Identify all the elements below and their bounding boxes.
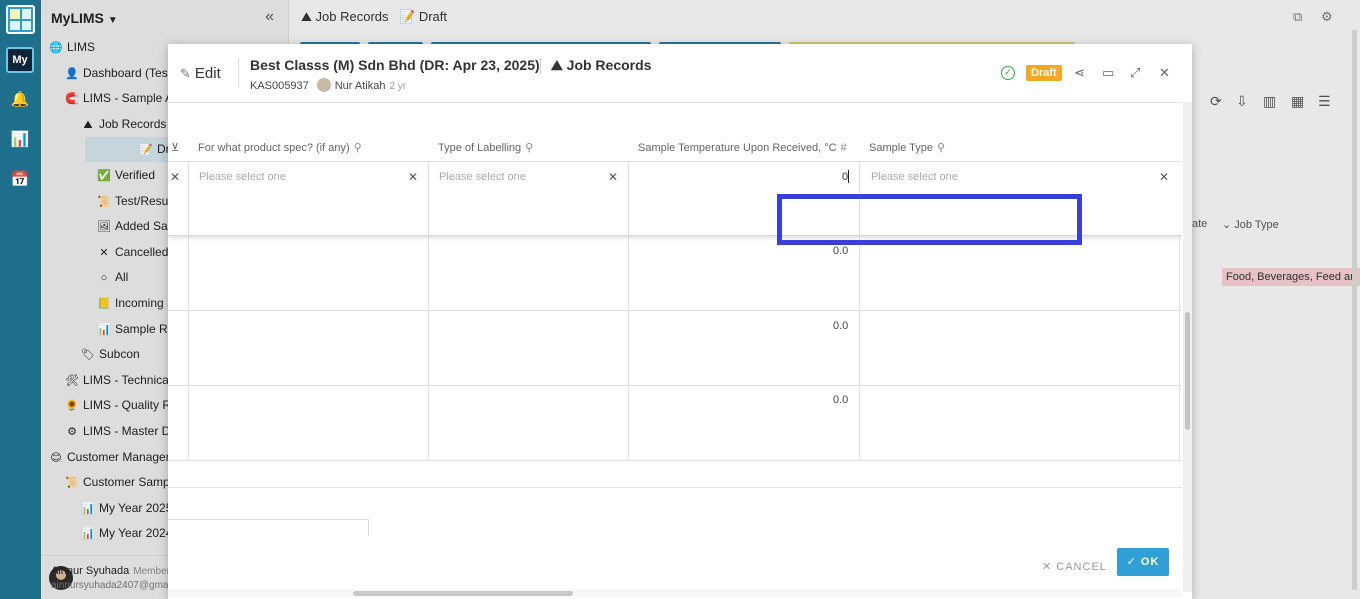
author-avatar bbox=[316, 78, 331, 92]
modal-title: Best Classs (M) Sdn Bhd (DR: Apr 23, 202… bbox=[250, 57, 540, 73]
modal-vertical-scrollbar[interactable] bbox=[1183, 102, 1192, 592]
column-label: Sample Type bbox=[869, 142, 934, 154]
bar-chart-icon[interactable]: 📊 bbox=[9, 129, 31, 151]
clear-sample-type-icon[interactable]: ✕ bbox=[1159, 170, 1169, 184]
puzzle-icon: ⚲ bbox=[937, 142, 946, 154]
number-icon: # bbox=[840, 142, 847, 154]
bell-icon[interactable]: 🔔 bbox=[9, 89, 31, 111]
clear-row-icon[interactable]: ✕ bbox=[170, 170, 180, 184]
modal-mode-label: Edit bbox=[194, 65, 221, 82]
column-label: Type of Labelling bbox=[438, 142, 522, 154]
modal-horizontal-scrollbar[interactable] bbox=[168, 589, 1182, 597]
check-icon: ✓ bbox=[1126, 556, 1137, 568]
app-logo[interactable] bbox=[6, 5, 35, 34]
author-name[interactable]: Nur Atikah bbox=[335, 80, 386, 92]
app-rail: My 🔔 📊 📅 bbox=[0, 0, 41, 599]
share-icon[interactable]: ⋖ bbox=[1074, 65, 1085, 81]
temperature-cell[interactable]: 0.0 bbox=[833, 245, 848, 257]
column-header-sample-type[interactable]: Sample Type ⚲ bbox=[859, 134, 1182, 162]
calendar-icon[interactable]: 📅 bbox=[9, 169, 31, 191]
scroll-thumb[interactable] bbox=[1185, 312, 1190, 430]
temperature-cell[interactable]: 0.0 bbox=[833, 394, 848, 406]
comment-icon[interactable]: ▭ bbox=[1102, 65, 1114, 81]
modal-section-label: Job Records bbox=[566, 57, 652, 73]
column-label: For what product spec? (if any) bbox=[198, 142, 350, 154]
sample-type-select[interactable]: Please select one bbox=[871, 171, 958, 183]
title-separator bbox=[540, 58, 541, 74]
footer-rule bbox=[168, 487, 1182, 488]
cancel-label: CANCEL bbox=[1056, 561, 1107, 573]
row-expand-toggle[interactable]: ⊻ bbox=[168, 134, 188, 162]
status-badge: Draft bbox=[1026, 65, 1062, 81]
puzzle-icon: ⚲ bbox=[353, 142, 362, 154]
header-divider bbox=[238, 58, 239, 88]
expand-icon[interactable]: ⤢ bbox=[1130, 65, 1140, 81]
close-icon: ✕ bbox=[1042, 561, 1053, 573]
edit-icon: ✎ bbox=[180, 66, 191, 81]
header-rule bbox=[168, 102, 1182, 103]
record-id: KAS005937 bbox=[250, 80, 309, 92]
record-meta: KAS005937 Nur Atikah 2 yr bbox=[250, 78, 406, 92]
puzzle-icon: ⚲ bbox=[525, 142, 534, 154]
edit-record-modal: ✎ Edit Best Classs (M) Sdn Bhd (DR: Apr 2… bbox=[168, 44, 1192, 599]
text-cursor bbox=[848, 170, 849, 183]
workspace-my-button[interactable]: My bbox=[6, 47, 34, 73]
record-age: 2 yr bbox=[389, 81, 407, 92]
scroll-thumb[interactable] bbox=[353, 591, 573, 596]
footer-panel bbox=[168, 519, 369, 536]
data-grid: ⊻ For what product spec? (if any) ⚲ Type … bbox=[168, 134, 1182, 461]
triangle-icon: ⛰ bbox=[551, 57, 563, 73]
check-circle-icon: ✓ bbox=[1001, 66, 1015, 80]
temperature-cell[interactable]: 0.0 bbox=[833, 320, 848, 332]
ok-button[interactable]: ✓ OK bbox=[1117, 548, 1169, 576]
clear-product-spec-icon[interactable]: ✕ bbox=[408, 170, 418, 184]
column-label: Sample Temperature Upon Received, °C bbox=[638, 142, 837, 154]
product-spec-select[interactable]: Please select one bbox=[199, 171, 286, 183]
column-header-temperature[interactable]: Sample Temperature Upon Received, °C # bbox=[628, 134, 859, 162]
chevron-down-icon: ⊻ bbox=[171, 142, 180, 154]
clear-labelling-icon[interactable]: ✕ bbox=[608, 170, 618, 184]
modal-mode: ✎ Edit bbox=[180, 65, 221, 82]
cancel-button[interactable]: ✕ CANCEL bbox=[1034, 554, 1115, 580]
column-header-product-spec[interactable]: For what product spec? (if any) ⚲ bbox=[188, 134, 428, 162]
close-icon[interactable]: ✕ bbox=[1159, 65, 1170, 81]
column-header-labelling[interactable]: Type of Labelling ⚲ bbox=[428, 134, 628, 162]
highlight-box bbox=[777, 194, 1082, 245]
ok-label: OK bbox=[1140, 556, 1160, 568]
labelling-select[interactable]: Please select one bbox=[439, 171, 526, 183]
modal-section-link[interactable]: ⛰ Job Records bbox=[551, 57, 651, 74]
